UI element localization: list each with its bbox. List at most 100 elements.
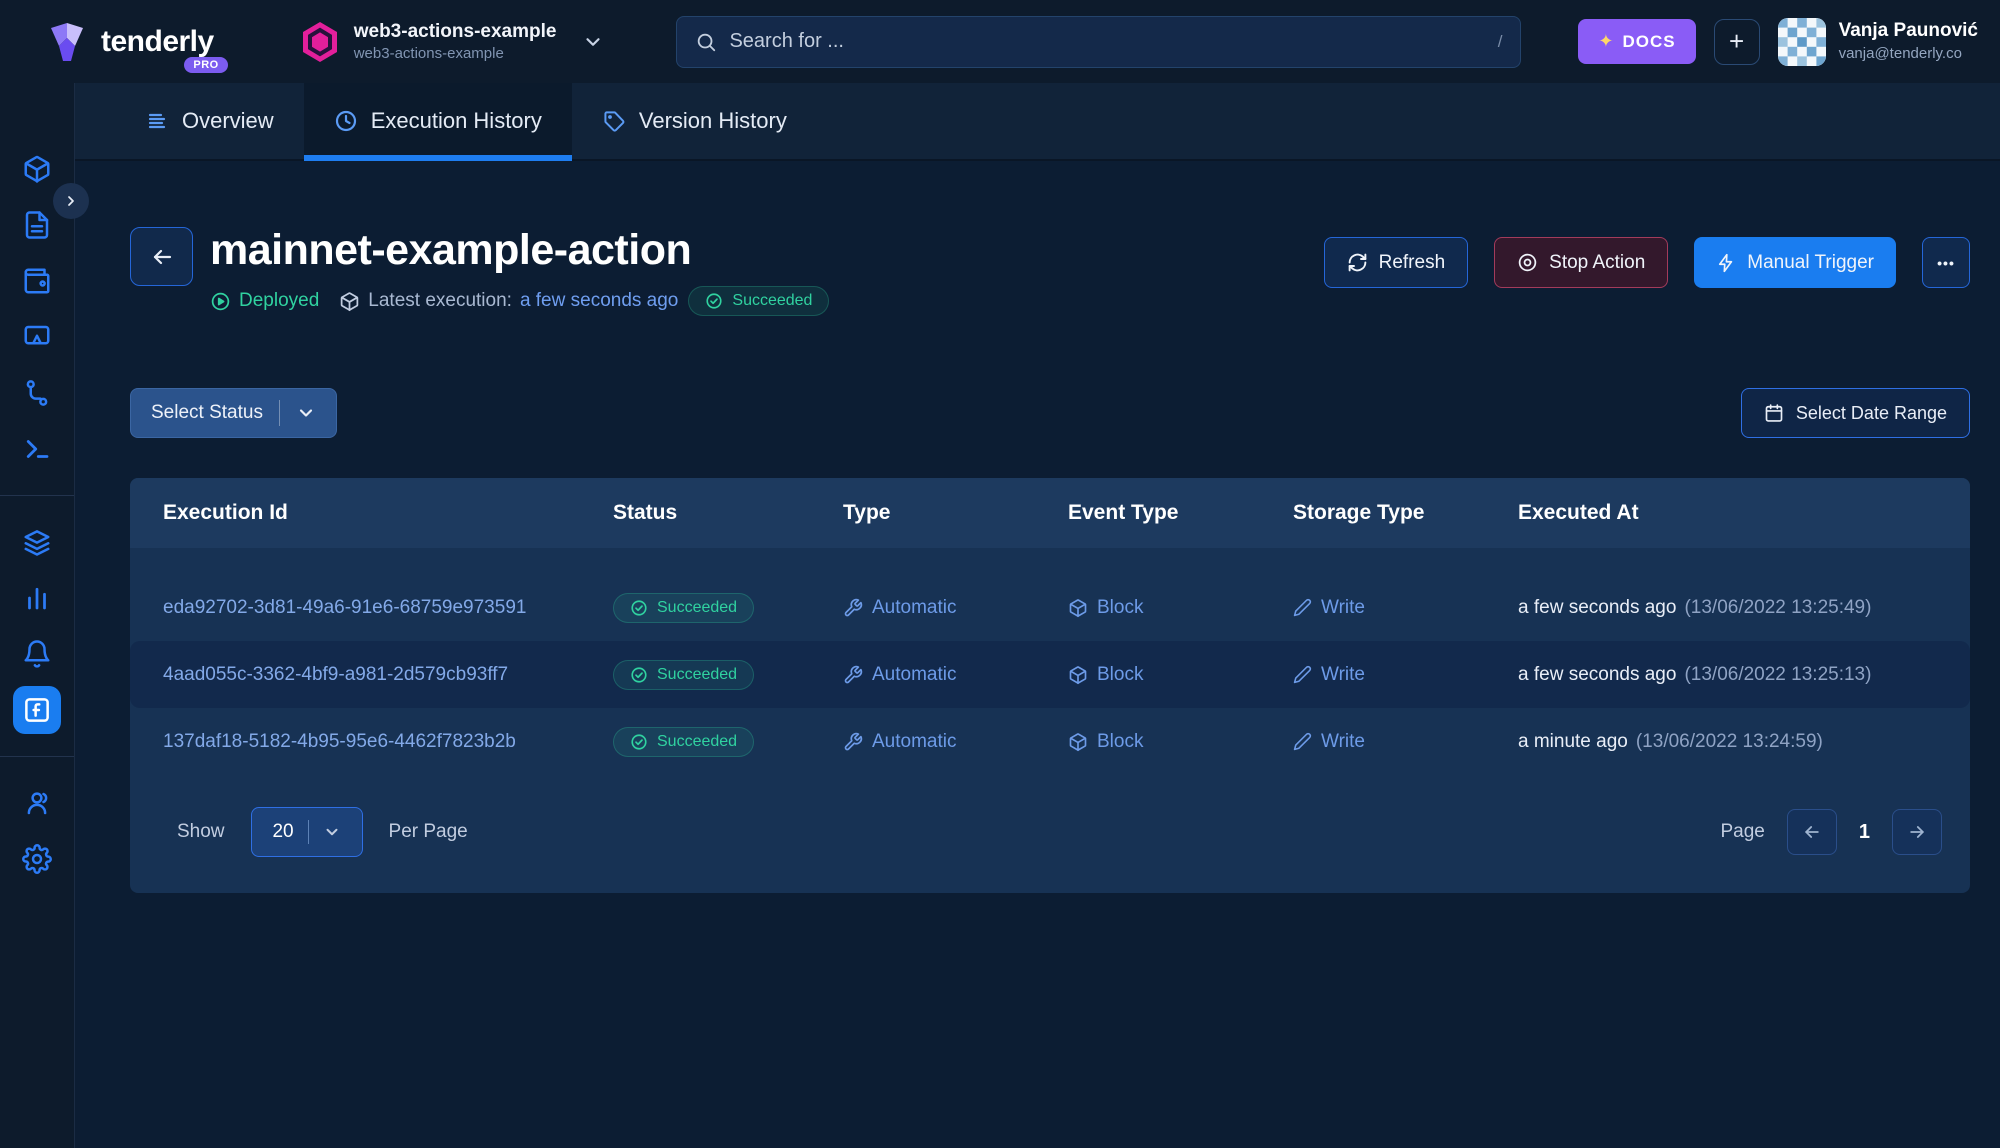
check-circle-icon — [630, 733, 648, 751]
tab-bar: Overview Execution History Version Histo… — [75, 83, 2000, 161]
back-button[interactable] — [130, 227, 193, 286]
storage-type-cell: Write — [1293, 664, 1518, 686]
status-badge: Succeeded — [613, 660, 754, 690]
ellipsis-icon: ••• — [1937, 255, 1955, 271]
search-bar[interactable]: / — [676, 16, 1521, 68]
chevron-down-icon — [296, 403, 316, 423]
tenderly-logo[interactable]: tenderly PRO — [45, 20, 214, 64]
execution-id-link[interactable]: 4aad055c-3362-4bf9-a981-2d579cb93ff7 — [163, 664, 613, 686]
cube-icon — [1068, 732, 1088, 752]
cube-icon — [1068, 665, 1088, 685]
sidebar-item-transactions[interactable] — [13, 145, 61, 193]
refresh-icon — [1347, 252, 1368, 273]
sparkle-icon: ✦ — [1598, 31, 1614, 52]
settings-gear-icon — [22, 844, 52, 874]
table-row[interactable]: 137daf18-5182-4b95-95e6-4462f7823b2bSucc… — [130, 708, 1970, 775]
previous-page-button[interactable] — [1787, 809, 1837, 855]
team-icon — [22, 788, 52, 818]
event-type-cell: Block — [1068, 731, 1293, 753]
table-body: eda92702-3d81-49a6-91e6-68759e973591 Succ… — [130, 548, 1970, 775]
executed-at-cell: a few seconds ago(13/06/2022 13:25:49) — [1518, 597, 1970, 619]
divider — [279, 400, 280, 426]
divider — [308, 820, 309, 844]
tenderly-logo-icon — [45, 20, 89, 64]
tab-overview[interactable]: Overview — [115, 83, 304, 159]
tab-execution-history[interactable]: Execution History — [304, 83, 572, 159]
web3-actions-icon — [22, 695, 52, 725]
fork-icon — [22, 378, 52, 408]
column-header: Status — [613, 501, 843, 525]
pro-badge: PRO — [184, 57, 227, 73]
sidebar-expand-toggle[interactable] — [53, 183, 89, 219]
check-circle-icon — [630, 599, 648, 617]
simulator-icon — [22, 322, 52, 352]
contract-document-icon — [22, 210, 52, 240]
per-page-dropdown[interactable]: 20 — [251, 807, 363, 857]
search-shortcut-hint: / — [1498, 32, 1503, 52]
table-row[interactable]: 4aad055c-3362-4bf9-a981-2d579cb93ff7Succ… — [130, 641, 1970, 708]
user-name: Vanja Paunović — [1839, 19, 1978, 44]
per-page-label: Per Page — [389, 821, 468, 843]
execution-id-link[interactable]: eda92702-3d81-49a6-91e6-68759e973591 — [163, 597, 613, 619]
analytics-icon — [22, 583, 52, 613]
latest-execution-time: a few seconds ago — [520, 290, 678, 312]
sidebar — [0, 83, 75, 1148]
chevron-down-icon — [582, 31, 604, 53]
select-date-range-button[interactable]: Select Date Range — [1741, 388, 1970, 438]
wrench-icon — [843, 665, 863, 685]
more-actions-button[interactable]: ••• — [1922, 237, 1970, 288]
sidebar-item-settings[interactable] — [13, 835, 61, 883]
type-cell: Automatic — [843, 664, 1068, 686]
wrench-icon — [843, 732, 863, 752]
pagination: Show 20 Per Page Page 1 — [130, 807, 1970, 893]
status-badge: Succeeded — [688, 286, 829, 316]
sidebar-item-alerts[interactable] — [13, 630, 61, 678]
search-input[interactable] — [729, 30, 1485, 53]
topbar: tenderly PRO web3-actions-example web3-a… — [0, 0, 2000, 83]
sidebar-item-wallets[interactable] — [13, 257, 61, 305]
sidebar-item-simulator[interactable] — [13, 313, 61, 361]
manual-trigger-button[interactable]: Manual Trigger — [1694, 237, 1896, 288]
sidebar-item-web3-actions[interactable] — [13, 686, 61, 734]
add-button[interactable]: + — [1714, 19, 1760, 65]
list-icon — [145, 109, 169, 133]
refresh-button[interactable]: Refresh — [1324, 237, 1469, 288]
executed-at-cell: a few seconds ago(13/06/2022 13:25:13) — [1518, 664, 1970, 686]
event-type-cell: Block — [1068, 664, 1293, 686]
sidebar-item-team[interactable] — [13, 779, 61, 827]
status-cell: Succeeded — [613, 727, 843, 757]
pencil-icon — [1293, 665, 1312, 684]
table-header: Execution Id Status Type Event Type Stor… — [130, 478, 1970, 548]
arrow-left-icon — [1802, 822, 1822, 842]
column-header: Executed At — [1518, 501, 1970, 525]
wrench-icon — [843, 598, 863, 618]
stop-record-icon — [1517, 252, 1538, 273]
next-page-button[interactable] — [1892, 809, 1942, 855]
tenderly-wordmark: tenderly PRO — [101, 25, 214, 59]
column-header: Event Type — [1068, 501, 1293, 525]
sidebar-item-integrations[interactable] — [13, 518, 61, 566]
tab-version-history[interactable]: Version History — [572, 83, 817, 159]
sidebar-item-forks[interactable] — [13, 369, 61, 417]
user-menu[interactable]: Vanja Paunović vanja@tenderly.co — [1778, 18, 1978, 66]
stop-action-button[interactable]: Stop Action — [1494, 237, 1668, 288]
type-cell: Automatic — [843, 731, 1068, 753]
sidebar-item-devnets[interactable] — [13, 425, 61, 473]
play-circle-icon — [210, 291, 231, 312]
select-status-dropdown[interactable]: Select Status — [130, 388, 337, 438]
sidebar-item-analytics[interactable] — [13, 574, 61, 622]
event-type-cell: Block — [1068, 597, 1293, 619]
column-header: Type — [843, 501, 1068, 525]
chevron-down-icon — [323, 823, 341, 841]
tag-icon — [602, 109, 626, 133]
user-email: vanja@tenderly.co — [1839, 44, 1978, 64]
status-cell: Succeeded — [613, 660, 843, 690]
project-name: web3-actions-example — [354, 20, 557, 44]
storage-type-cell: Write — [1293, 597, 1518, 619]
check-circle-icon — [705, 292, 723, 310]
alerts-bell-icon — [22, 639, 52, 669]
docs-button[interactable]: ✦ DOCS — [1578, 19, 1695, 64]
project-selector[interactable]: web3-actions-example web3-actions-exampl… — [300, 20, 605, 64]
table-row[interactable]: eda92702-3d81-49a6-91e6-68759e973591Succ… — [130, 574, 1970, 641]
execution-id-link[interactable]: 137daf18-5182-4b95-95e6-4462f7823b2b — [163, 731, 613, 753]
